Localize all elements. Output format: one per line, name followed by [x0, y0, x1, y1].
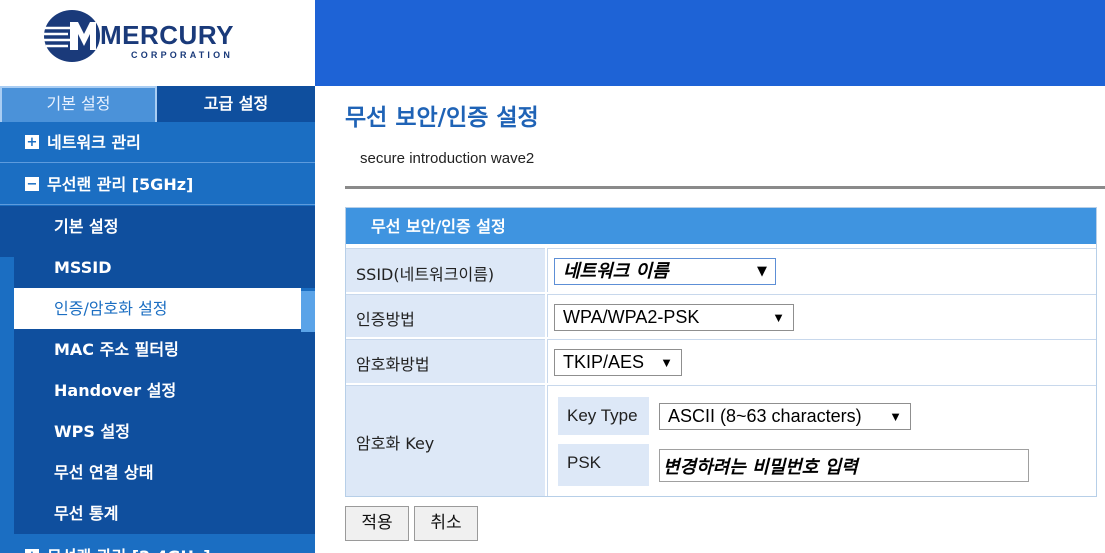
dropdown-arrow-icon: ▼ — [757, 264, 767, 279]
sidebar-item-handover[interactable]: Handover 설정 — [0, 370, 315, 411]
enc-select-value: TKIP/AES — [563, 352, 645, 372]
mercury-logo-icon — [44, 10, 100, 62]
sidebar-item-wireless-5ghz[interactable]: − 무선랜 관리 [5GHz] — [0, 164, 315, 205]
ssid-select-value: 네트워크 이름 — [563, 261, 669, 282]
auth-method-select[interactable]: WPA/WPA2-PSK ▼ — [554, 304, 794, 331]
sidebar-tabs: 기본 설정 고급 설정 — [0, 86, 315, 122]
dropdown-arrow-icon: ▼ — [660, 355, 673, 370]
ssid-select[interactable]: 네트워크 이름 ▼ — [554, 258, 776, 285]
sidebar-item-auth-encryption[interactable]: 인증/암호화 설정 — [0, 288, 301, 329]
sidebar-item-label: 네트워크 관리 — [47, 133, 141, 152]
key-value-cell: Key Type ASCII (8~63 characters) ▼ PSK — [547, 385, 1096, 496]
encryption-select[interactable]: TKIP/AES ▼ — [554, 349, 682, 376]
key-label: 암호화 Key — [356, 434, 435, 453]
ssid-value-cell: 네트워크 이름 ▼ — [547, 248, 1096, 292]
plus-box-icon: + — [25, 135, 39, 150]
sidebar-item-statistics[interactable]: 무선 통계 — [0, 493, 315, 534]
enc-value-cell: TKIP/AES ▼ — [547, 339, 1096, 383]
sidebar-item-wireless-24ghz[interactable]: + 무선랜 관리 [2.4GHz] — [0, 536, 315, 553]
sidebar-item-connection-status[interactable]: 무선 연결 상태 — [0, 452, 315, 493]
auth-value-cell: WPA/WPA2-PSK ▼ — [547, 294, 1096, 337]
auth-label-cell: 인증방법 — [346, 294, 545, 337]
sidebar-item-label: MSSID — [54, 258, 112, 277]
sidebar-item-label: 무선 연결 상태 — [54, 463, 154, 482]
dropdown-arrow-icon: ▼ — [889, 409, 902, 424]
psk-input[interactable] — [659, 449, 1029, 482]
logo-area: MERCURY CORPORATION — [0, 0, 315, 86]
sidebar-item-basic-settings[interactable]: 기본 설정 — [0, 206, 315, 247]
auth-select-value: WPA/WPA2-PSK — [563, 307, 700, 327]
key-type-label-cell: Key Type — [558, 397, 649, 435]
apply-button[interactable]: 적용 — [345, 506, 409, 541]
sidebar-item-mac-filter[interactable]: MAC 주소 필터링 — [0, 329, 315, 370]
sidebar-item-label: Handover 설정 — [54, 381, 177, 400]
key-type-label: Key Type — [567, 406, 638, 425]
sidebar-item-label: WPS 설정 — [54, 422, 130, 441]
sidebar-item-label: 무선랜 관리 [2.4GHz] — [47, 536, 211, 553]
minus-box-icon: − — [25, 177, 39, 192]
ssid-label-cell: SSID(네트워크이름) — [346, 248, 545, 292]
cancel-button[interactable]: 취소 — [414, 506, 478, 541]
auth-label: 인증방법 — [356, 310, 415, 329]
key-type-select-value: ASCII (8~63 characters) — [668, 406, 862, 426]
page-subtitle: secure introduction wave2 — [360, 150, 535, 167]
sidebar-item-label: 인증/암호화 설정 — [54, 299, 168, 318]
dropdown-arrow-icon: ▼ — [772, 310, 785, 325]
page-title: 무선 보안/인증 설정 — [345, 105, 539, 131]
brand-subtitle: CORPORATION — [131, 50, 234, 60]
active-item-indicator — [301, 291, 315, 332]
sidebar-item-label: 무선랜 관리 [5GHz] — [47, 175, 194, 194]
sidebar-item-label: 기본 설정 — [54, 217, 119, 236]
sidebar-item-network[interactable]: + 네트워크 관리 — [0, 122, 315, 163]
psk-label-cell: PSK — [558, 444, 649, 486]
ssid-label: SSID(네트워크이름) — [356, 265, 495, 284]
enc-label: 암호화방법 — [356, 355, 430, 374]
plus-box-icon: + — [25, 549, 39, 553]
tab-basic-settings[interactable]: 기본 설정 — [0, 86, 157, 122]
brand-name: MERCURY — [100, 20, 234, 50]
sidebar-item-wps[interactable]: WPS 설정 — [0, 411, 315, 452]
tab-advanced-settings[interactable]: 고급 설정 — [157, 86, 315, 122]
form-header-label: 무선 보안/인증 설정 — [371, 217, 506, 236]
key-type-select[interactable]: ASCII (8~63 characters) ▼ — [659, 403, 911, 430]
header-banner — [315, 0, 1105, 86]
sidebar: 기본 설정 고급 설정 + 네트워크 관리 − 무선랜 관리 [5GHz] 기본… — [0, 86, 315, 553]
sidebar-item-mssid[interactable]: MSSID — [0, 247, 315, 288]
sidebar-rail — [0, 257, 14, 553]
title-divider — [345, 186, 1105, 189]
sidebar-item-label: MAC 주소 필터링 — [54, 340, 179, 359]
sidebar-item-label: 무선 통계 — [54, 504, 119, 523]
psk-label: PSK — [567, 453, 602, 472]
security-form: 무선 보안/인증 설정 SSID(네트워크이름) 네트워크 이름 ▼ 인증방법 … — [345, 207, 1097, 497]
enc-label-cell: 암호화방법 — [346, 339, 545, 383]
form-header: 무선 보안/인증 설정 — [346, 208, 1096, 246]
key-label-cell: 암호화 Key — [346, 385, 545, 496]
